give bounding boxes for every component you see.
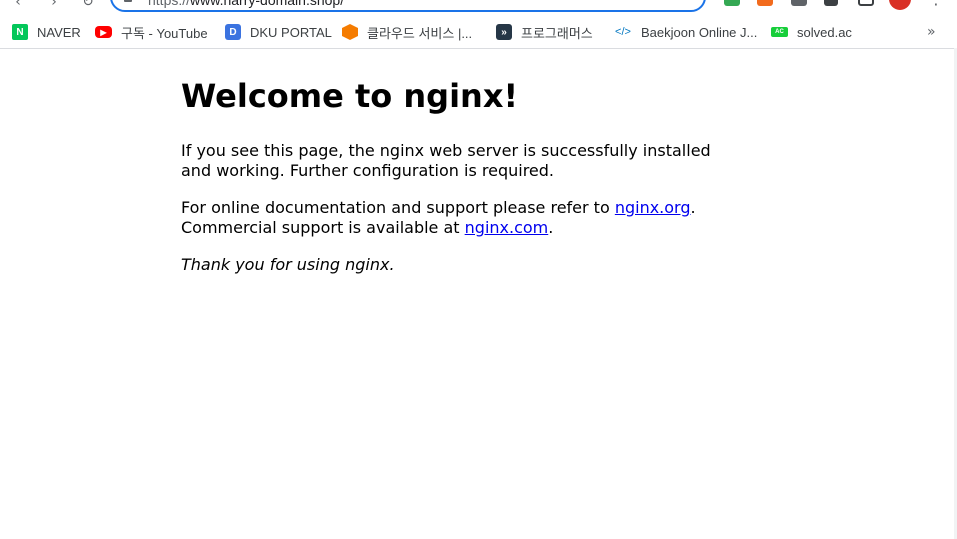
programmers-icon: » bbox=[496, 24, 512, 40]
bookmark-star-icon[interactable]: ☆ bbox=[682, 0, 696, 3]
extension-gray-icon[interactable] bbox=[791, 0, 807, 6]
dku-portal-icon: D bbox=[225, 24, 241, 40]
side-panel-icon[interactable] bbox=[858, 0, 874, 6]
menu-kebab-icon[interactable]: ⋮ bbox=[928, 0, 944, 7]
address-bar[interactable]: https://www.harry-domain.shop/ ⇧ ☆ bbox=[110, 0, 706, 12]
docs-period: . bbox=[690, 198, 696, 217]
page-title: Welcome to nginx! bbox=[181, 77, 519, 115]
bookmark-solved-ac[interactable]: AC solved.ac bbox=[771, 23, 852, 41]
page-content: Welcome to nginx! If you see this page, … bbox=[181, 76, 741, 292]
bookmark-label: NAVER bbox=[37, 24, 81, 40]
bookmark-label: 클라우드 서비스 |... bbox=[367, 25, 473, 41]
bookmarks-bar: N NAVER ▶ 구독 - YouTube D DKU PORTAL 클라우드… bbox=[0, 16, 957, 49]
solved-ac-icon: AC bbox=[771, 27, 788, 37]
browser-toolbar: ‹ › ↻ https://www.harry-domain.shop/ ⇧ ☆… bbox=[0, 0, 957, 16]
bookmark-label: DKU PORTAL bbox=[250, 24, 332, 40]
bookmark-dku-portal[interactable]: D DKU PORTAL bbox=[225, 23, 332, 41]
nginx-org-link[interactable]: nginx.org bbox=[615, 198, 691, 217]
url-text[interactable]: https://www.harry-domain.shop/ bbox=[148, 0, 344, 8]
url-scheme: https:// bbox=[148, 0, 191, 8]
docs-paragraph: For online documentation and support ple… bbox=[181, 198, 741, 238]
extension-green-icon[interactable] bbox=[724, 0, 740, 6]
bookmark-cloud-service[interactable]: 클라우드 서비스 |... bbox=[342, 23, 472, 41]
extensions-puzzle-icon[interactable] bbox=[824, 0, 838, 6]
back-icon[interactable]: ‹ bbox=[10, 0, 26, 10]
youtube-icon: ▶ bbox=[95, 26, 112, 38]
bookmark-label: 구독 - YouTube bbox=[121, 25, 208, 41]
bookmark-programmers[interactable]: » 프로그래머스 bbox=[496, 23, 593, 41]
bookmark-label: Baekjoon Online J... bbox=[641, 24, 758, 40]
extension-orange-icon[interactable] bbox=[757, 0, 773, 6]
cloud-service-icon bbox=[342, 24, 358, 40]
bookmark-baekjoon[interactable]: </> Baekjoon Online J... bbox=[614, 23, 757, 41]
lock-icon[interactable] bbox=[124, 0, 132, 2]
commercial-text: Commercial support is available at bbox=[181, 218, 465, 237]
baekjoon-icon: </> bbox=[615, 26, 631, 38]
bookmark-label: solved.ac bbox=[797, 24, 852, 40]
docs-text: For online documentation and support ple… bbox=[181, 198, 615, 217]
bookmark-naver[interactable]: N NAVER bbox=[12, 23, 81, 41]
nginx-com-link[interactable]: nginx.com bbox=[465, 218, 549, 237]
thanks-paragraph: Thank you for using nginx. bbox=[181, 255, 395, 274]
bookmark-label: 프로그래머스 bbox=[521, 25, 593, 41]
url-host: www.harry-domain.shop/ bbox=[190, 0, 345, 8]
commercial-period: . bbox=[548, 218, 554, 237]
more-bookmarks-icon[interactable]: » bbox=[927, 23, 936, 41]
intro-paragraph: If you see this page, the nginx web serv… bbox=[181, 141, 711, 180]
naver-icon: N bbox=[12, 24, 28, 40]
share-icon[interactable]: ⇧ bbox=[646, 0, 660, 3]
reload-icon[interactable]: ↻ bbox=[80, 0, 96, 10]
bookmark-youtube[interactable]: ▶ 구독 - YouTube bbox=[95, 23, 208, 41]
profile-avatar[interactable] bbox=[889, 0, 911, 10]
forward-icon[interactable]: › bbox=[46, 0, 62, 10]
